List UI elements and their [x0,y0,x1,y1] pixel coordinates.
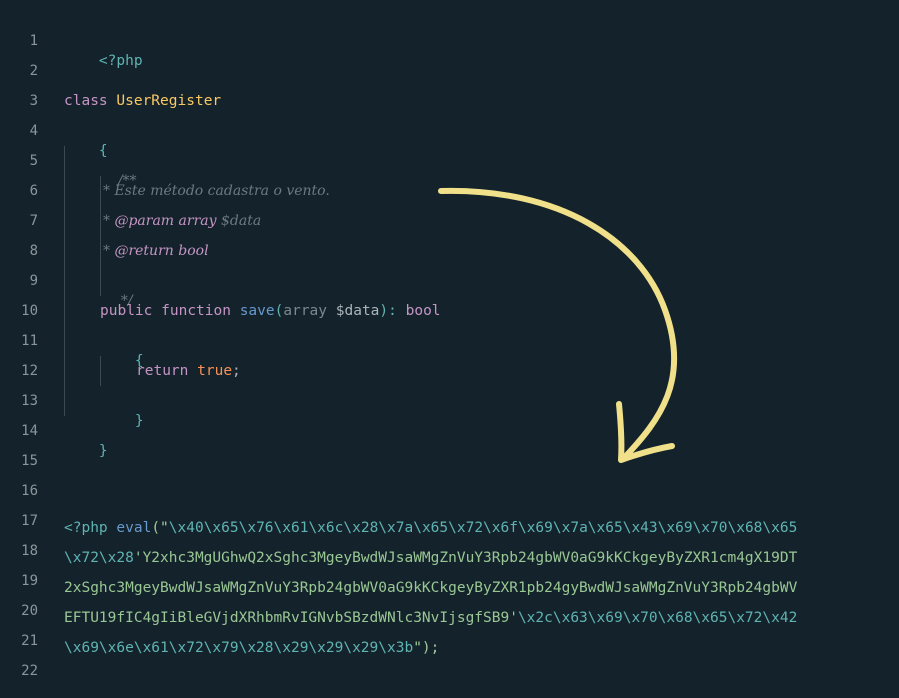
line-number: 22 [21,663,38,679]
escape-sequence: \x2c\x63\x69\x70\x68\x65\x72\x42 [517,610,798,626]
param-var: $data [220,213,262,229]
param-var: $data [335,303,380,319]
semicolon: ; [232,363,241,379]
escape-sequence: \x40\x65\x76\x61\x6c\x28\x7a\x65\x72\x6f… [168,520,798,536]
arrow-curve [438,187,678,461]
line-number: 11 [21,333,38,349]
code-line: 2xSghc3MgeyBwdWJsaWMgZnVuY3Rpb24gbWV0aG9… [64,578,797,598]
return-type: bool [405,303,441,319]
brace: } [98,443,108,459]
php-open-tag: <?php [98,53,143,69]
keyword-function: function [161,303,231,319]
code-line: <?php eval("\x40\x65\x76\x61\x6c\x28\x7a… [64,518,797,538]
comment-star: * [103,213,110,229]
doc-comment-line: * @param array $data [103,211,261,231]
line-number: 12 [21,363,38,379]
line-number: 15 [21,453,38,469]
line-number: 20 [21,603,38,619]
code-line: public function save(array $data): bool [100,301,441,321]
comment-star: * [103,183,110,199]
line-number: 6 [29,183,38,199]
param-type: array [178,213,217,229]
line-number: 18 [21,543,38,559]
param-type: array [283,303,328,319]
code-line: { [100,331,144,369]
line-number: 10 [21,303,38,319]
line-number: 13 [21,393,38,409]
base64-string: 2xSghc3MgeyBwdWJsaWMgZnVuY3Rpb24gbWV0aG9… [64,580,798,596]
literal-true: true [197,363,233,379]
base64-string: 'Y2xhc3MgUGhwQ2xSghc3MgeyBwdWJsaWMgZnVuY… [133,550,798,566]
line-number: 5 [29,153,38,169]
line-number: 2 [29,63,38,79]
line-number: 14 [21,423,38,439]
doc-comment-line: */ [103,271,133,309]
code-line: } [64,421,108,459]
doc-comment-line: * @return bool [103,241,209,261]
class-name: UserRegister [116,93,222,109]
code-line: class UserRegister [64,91,221,111]
indent-guide [64,146,65,416]
code-line: return true; [136,361,241,381]
line-number: 21 [21,633,38,649]
line-number: 4 [29,123,38,139]
keyword-class: class [64,93,108,109]
param-tag: @param [114,213,175,229]
keyword-return: return [136,363,189,379]
code-line: EFTU19fIC4gIiBleGVjdXRhbmRvIGNvbSBzdWNlc… [64,608,797,628]
line-number: 3 [29,93,38,109]
brace: } [134,413,144,429]
code-line: \x72\x28'Y2xhc3MgUGhwQ2xSghc3MgeyBwdWJsa… [64,548,797,568]
code-line: <?php [64,31,143,69]
line-number: 1 [29,33,38,49]
comment-star: * [103,243,110,259]
base64-string: EFTU19fIC4gIiBleGVjdXRhbmRvIGNvbSBzdWNlc… [64,610,518,626]
line-number: 7 [29,213,38,229]
function-name: save [239,303,275,319]
string-delim: (" [151,520,169,536]
comment-text: Este método cadastra o vento. [110,183,330,199]
code-line: \x69\x6e\x61\x72\x79\x28\x29\x29\x29\x3b… [64,638,439,658]
doc-comment-line: * Este método cadastra o vento. [103,181,330,201]
paren: ): [379,303,397,319]
code-line: { [64,121,108,159]
arrow-head [616,401,675,463]
doc-comment-line: /** [100,151,137,189]
keyword-public: public [100,303,153,319]
return-type: bool [178,243,209,259]
escape-sequence: \x69\x6e\x61\x72\x79\x28\x29\x29\x29\x3b [64,640,414,656]
line-number: 16 [21,483,38,499]
line-number: 8 [29,243,38,259]
line-number: 17 [21,513,38,529]
line-number: 19 [21,573,38,589]
function-eval: eval [116,520,152,536]
return-tag: @return [114,243,174,259]
string-delim: "); [413,640,440,656]
code-line: } [100,391,144,429]
escape-sequence: \x72\x28 [64,550,134,566]
code-editor[interactable]: 1 2 3 4 5 6 7 8 9 10 11 12 13 14 15 16 1… [0,0,899,698]
php-open-tag: <?php [64,520,108,536]
line-number: 9 [29,273,38,289]
